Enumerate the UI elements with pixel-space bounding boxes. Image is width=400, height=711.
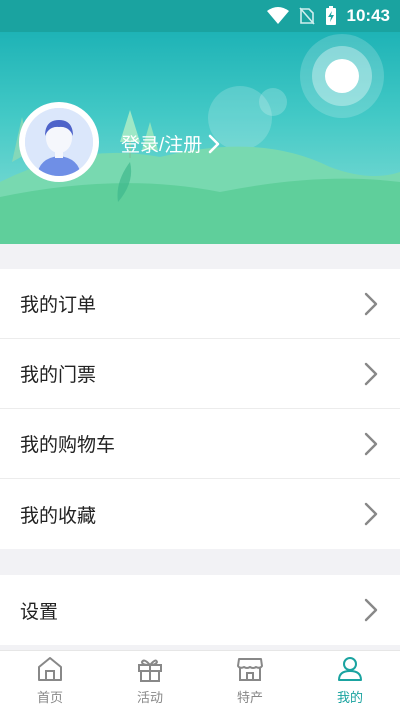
menu-item-label: 我的门票 xyxy=(20,365,97,386)
profile-header: 登录/注册 xyxy=(0,32,400,244)
home-icon xyxy=(38,657,62,681)
avatar[interactable] xyxy=(19,102,99,182)
chevron-right-icon xyxy=(364,432,378,455)
menu-item-settings[interactable]: 设置 xyxy=(0,575,400,645)
chevron-right-icon xyxy=(364,292,378,315)
tab-label: 首页 xyxy=(36,690,63,705)
chevron-right-icon xyxy=(364,502,378,526)
tab-activities[interactable]: 活动 xyxy=(100,651,200,711)
bottom-tab-bar: 首页 活动 特产 我的 xyxy=(0,650,400,711)
menu-group-account: 我的订单 我的门票 我的购物车 我的收藏 xyxy=(0,269,400,549)
menu-group-settings: 设置 xyxy=(0,575,400,645)
tab-label: 我的 xyxy=(336,690,363,705)
menu-item-label: 设置 xyxy=(20,601,59,623)
status-time: 10:43 xyxy=(346,6,390,25)
chevron-right-icon xyxy=(364,598,378,622)
menu-item-favorites[interactable]: 我的收藏 xyxy=(0,479,400,549)
shop-icon xyxy=(237,658,263,681)
default-user-avatar-icon xyxy=(25,108,93,176)
user-icon xyxy=(338,657,362,681)
tab-mine[interactable]: 我的 xyxy=(300,651,400,711)
login-register-link[interactable]: 登录/注册 xyxy=(121,130,220,157)
menu-item-label: 我的订单 xyxy=(20,295,97,316)
login-register-label: 登录/注册 xyxy=(121,135,203,156)
menu-item-label: 我的收藏 xyxy=(20,505,97,527)
no-sim-icon xyxy=(298,7,315,25)
menu-item-orders[interactable]: 我的订单 xyxy=(0,269,400,339)
status-bar: 10:43 xyxy=(0,0,400,32)
tab-specialties[interactable]: 特产 xyxy=(200,651,300,711)
gift-icon xyxy=(138,659,162,682)
battery-charging-icon xyxy=(325,6,336,25)
chevron-right-icon xyxy=(208,134,220,153)
menu-item-cart[interactable]: 我的购物车 xyxy=(0,409,400,479)
menu-item-tickets[interactable]: 我的门票 xyxy=(0,339,400,409)
chevron-right-icon xyxy=(364,362,378,385)
tab-home[interactable]: 首页 xyxy=(0,651,100,711)
wifi-icon xyxy=(266,7,289,24)
menu-item-label: 我的购物车 xyxy=(20,435,116,456)
tab-label: 特产 xyxy=(236,690,263,705)
tab-label: 活动 xyxy=(136,690,163,705)
